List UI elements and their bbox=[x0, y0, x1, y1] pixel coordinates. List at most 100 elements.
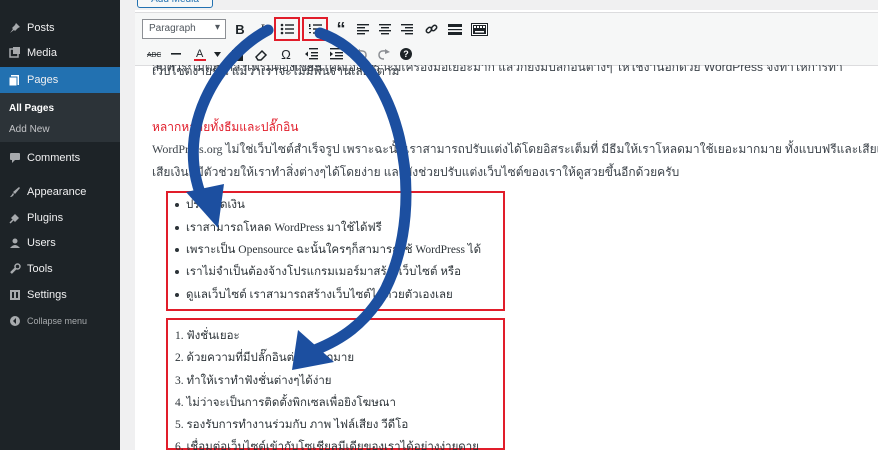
list-item: 4. ไม่ว่าจะเป็นการติดตั้งพิกเซลเพื่อยิงโ… bbox=[175, 397, 396, 409]
list-bullet bbox=[175, 203, 179, 207]
sidebar-item-media[interactable]: Media bbox=[0, 42, 120, 64]
insert-link-button[interactable] bbox=[420, 18, 442, 40]
sidebar-item-label: Settings bbox=[27, 289, 67, 301]
indent-button[interactable] bbox=[325, 43, 347, 65]
list-item: ดูแลเว็บไซต์ เราสามารถสร้างเว็บไซต์ได้ด้… bbox=[186, 289, 453, 301]
pages-icon bbox=[8, 74, 21, 87]
list-bullet bbox=[175, 248, 179, 252]
submenu-all-pages[interactable]: All Pages bbox=[9, 103, 54, 114]
outdent-button[interactable] bbox=[300, 43, 322, 65]
align-left-button[interactable] bbox=[352, 18, 374, 40]
brush-icon bbox=[8, 186, 21, 199]
settings-icon bbox=[8, 289, 21, 302]
align-center-icon bbox=[379, 23, 391, 34]
link-icon bbox=[425, 24, 437, 33]
sidebar-item-label: Plugins bbox=[27, 212, 64, 224]
wordpress-editor-screen: Posts Media Pages All Pages Add New Comm… bbox=[0, 0, 878, 450]
sidebar-item-label: Posts bbox=[27, 22, 55, 34]
sidebar-item-label: Users bbox=[27, 237, 56, 249]
collapse-icon bbox=[8, 315, 21, 328]
text-color-icon: A bbox=[194, 48, 206, 61]
list-item: ประหยัดเงิน bbox=[186, 199, 245, 211]
svg-text:A: A bbox=[196, 48, 204, 60]
format-select[interactable]: Paragraph ▾ bbox=[142, 19, 226, 39]
paste-as-text-button[interactable]: T bbox=[226, 43, 248, 65]
wrench-icon bbox=[8, 263, 21, 276]
redo-button[interactable] bbox=[372, 43, 394, 65]
bulleted-list-button[interactable] bbox=[274, 17, 300, 41]
pages-submenu: All Pages Add New bbox=[0, 93, 120, 142]
list-bullet bbox=[175, 226, 179, 230]
horizontal-line-button[interactable] bbox=[165, 43, 187, 65]
horizontal-line-icon bbox=[171, 53, 181, 55]
text-color-dropdown[interactable] bbox=[206, 43, 228, 65]
blockquote-button[interactable]: “ bbox=[330, 18, 352, 40]
media-icon bbox=[8, 47, 21, 60]
comments-icon bbox=[8, 152, 21, 165]
chevron-down-icon bbox=[213, 51, 221, 57]
sidebar-item-pages[interactable]: Pages bbox=[0, 67, 120, 93]
paragraph-line-1: WordPress.org ไม่ใช่เว็บไซต์สำเร็จรูป เพ… bbox=[152, 142, 878, 156]
read-more-button[interactable] bbox=[444, 18, 466, 40]
sidebar-item-tools[interactable]: Tools bbox=[0, 258, 120, 280]
align-right-button[interactable] bbox=[396, 18, 418, 40]
align-left-icon bbox=[357, 23, 369, 34]
align-center-button[interactable] bbox=[374, 18, 396, 40]
cut-line-text: สถิตาร์ ไม่ต้องกลัวเฟิร์มต้องเขียนโค้ดเอ… bbox=[152, 65, 843, 75]
toolbar-toggle-button[interactable] bbox=[468, 18, 490, 40]
add-media-button[interactable]: Add Media bbox=[137, 0, 213, 8]
paragraph-line-2: เสียเงินก็มีตัวช่วยให้เราทำสิ่งต่างๆได้โ… bbox=[152, 165, 680, 179]
undo-button[interactable] bbox=[350, 43, 372, 65]
redo-icon bbox=[377, 48, 390, 60]
special-character-button[interactable]: Ω bbox=[275, 43, 297, 65]
list-item: 2. ด้วยความที่มีปลั๊กอินต่างๆมากมาย bbox=[175, 352, 355, 364]
format-select-value: Paragraph bbox=[149, 23, 196, 34]
sidebar-item-posts[interactable]: Posts bbox=[0, 17, 120, 39]
clipboard-icon: T bbox=[231, 47, 243, 61]
admin-sidebar: Posts Media Pages All Pages Add New Comm… bbox=[0, 0, 120, 450]
collapse-menu-button[interactable]: Collapse menu bbox=[0, 310, 120, 332]
outdent-icon bbox=[304, 48, 318, 60]
chevron-down-icon: ▾ bbox=[214, 22, 220, 33]
indent-icon bbox=[329, 48, 343, 60]
pin-icon bbox=[8, 22, 21, 35]
submenu-add-new[interactable]: Add New bbox=[9, 124, 50, 135]
sidebar-item-plugins[interactable]: Plugins bbox=[0, 207, 120, 229]
strikethrough-icon: ABC bbox=[147, 52, 161, 58]
bold-button[interactable]: B bbox=[229, 18, 251, 40]
sidebar-item-label: Appearance bbox=[27, 186, 87, 198]
list-item: เพราะเป็น Opensource ฉะนั้นใครๆก็สามารถใ… bbox=[186, 244, 482, 256]
sidebar-item-comments[interactable]: Comments bbox=[0, 147, 120, 169]
sidebar-item-users[interactable]: Users bbox=[0, 232, 120, 254]
italic-button[interactable]: I bbox=[251, 18, 273, 40]
sidebar-item-appearance[interactable]: Appearance bbox=[0, 181, 120, 203]
eraser-icon bbox=[254, 49, 267, 61]
list-item: 3. ทำให้เราทำฟังชั่นต่างๆได้ง่าย bbox=[175, 375, 332, 387]
align-right-icon bbox=[401, 23, 413, 34]
numbered-list-button[interactable] bbox=[302, 17, 328, 41]
list-item: 6. เชื่อมต่อเว็บไซต์เข้ากับโซเชียลมีเดีย… bbox=[175, 441, 479, 450]
help-icon: ? bbox=[400, 48, 412, 60]
section-heading: หลากหลายทั้งธีมและปลั๊กอิน bbox=[152, 120, 299, 134]
previous-paragraph-cut: สถิตาร์ ไม่ต้องกลัวเฟิร์มต้องเขียนโค้ดเอ… bbox=[152, 65, 878, 75]
sidebar-item-label: Comments bbox=[27, 152, 81, 164]
sidebar-item-settings[interactable]: Settings bbox=[0, 284, 120, 306]
strikethrough-button[interactable]: ABC bbox=[143, 43, 165, 65]
sidebar-item-label: Pages bbox=[27, 74, 59, 86]
list-item: เราไม่จำเป็นต้องจ้างโปรแกรมเมอร์มาสร้างเ… bbox=[186, 266, 461, 278]
list-item: เราสามารถโหลด WordPress มาใช้ได้ฟรี bbox=[186, 222, 382, 234]
svg-text:ABC: ABC bbox=[147, 52, 161, 58]
svg-text:T: T bbox=[234, 54, 239, 61]
editor-top-strip bbox=[135, 0, 878, 10]
list-bullet bbox=[175, 270, 179, 274]
collapse-menu-label: Collapse menu bbox=[27, 316, 88, 326]
help-button[interactable]: ? bbox=[395, 43, 417, 65]
keyboard-icon bbox=[470, 22, 488, 36]
users-icon bbox=[8, 237, 21, 250]
plugin-icon bbox=[8, 212, 21, 225]
sidebar-item-label: Tools bbox=[27, 263, 53, 275]
undo-icon bbox=[354, 48, 367, 60]
list-item: 5. รองรับการทำงานร่วมกับ ภาพ ไฟล์เสียง ว… bbox=[175, 419, 409, 431]
clear-formatting-button[interactable] bbox=[250, 43, 272, 65]
sidebar-item-label: Media bbox=[27, 47, 57, 59]
